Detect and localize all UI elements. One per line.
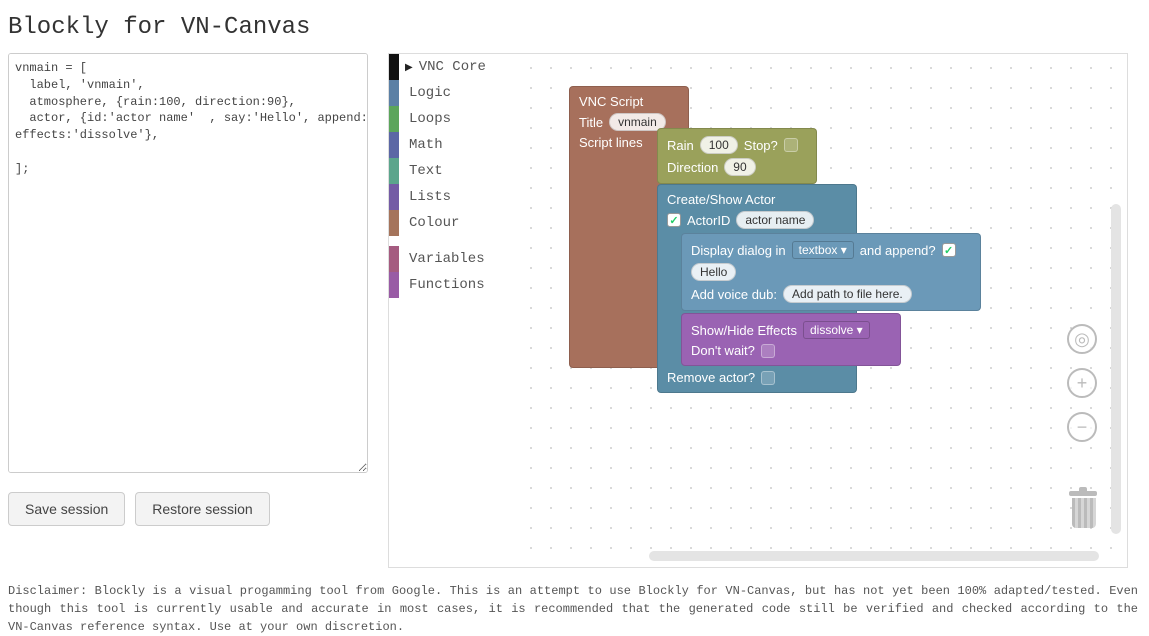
actorid-field[interactable]: actor name (736, 211, 814, 229)
zoom-center-icon[interactable]: ◎ (1067, 324, 1097, 354)
category-functions[interactable]: Functions (389, 272, 517, 298)
direction-label: Direction (667, 160, 718, 175)
disclaimer-text: Disclaimer: Blockly is a visual progammi… (8, 582, 1138, 636)
block-atmosphere[interactable]: Rain 100 Stop? Direction 90 (657, 128, 817, 184)
restore-session-button[interactable]: Restore session (135, 492, 269, 526)
remove-actor-label: Remove actor? (667, 370, 755, 385)
stop-checkbox[interactable] (784, 138, 798, 152)
block-effects[interactable]: Show/Hide Effects dissolve ▾ Don't wait? (681, 313, 901, 366)
zoom-out-icon[interactable]: − (1067, 412, 1097, 442)
block-actor[interactable]: Create/Show Actor ✓ ActorID actor name D… (657, 184, 857, 393)
category-toolbox: VNC Core Logic Loops Math Text Lists Col… (389, 54, 517, 298)
rain-label: Rain (667, 138, 694, 153)
voice-label: Add voice dub: (691, 287, 777, 302)
blockly-workspace[interactable]: VNC Core Logic Loops Math Text Lists Col… (388, 53, 1128, 568)
workspace-scrollbar-vertical[interactable] (1111, 204, 1121, 534)
workspace-scrollbar-horizontal[interactable] (649, 551, 1099, 561)
script-header-label: VNC Script (579, 92, 679, 111)
direction-field[interactable]: 90 (724, 158, 755, 176)
title-label: Title (579, 115, 603, 130)
dialog-target-dropdown[interactable]: textbox ▾ (792, 241, 854, 259)
category-colour[interactable]: Colour (389, 210, 517, 236)
append-checkbox[interactable]: ✓ (942, 243, 956, 257)
stop-label: Stop? (744, 138, 778, 153)
category-loops[interactable]: Loops (389, 106, 517, 132)
rain-field[interactable]: 100 (700, 136, 738, 154)
category-vnc-core[interactable]: VNC Core (389, 54, 517, 80)
dont-wait-checkbox[interactable] (761, 344, 775, 358)
block-dialog[interactable]: Display dialog in textbox ▾ and append? … (681, 233, 981, 311)
actorid-checkbox[interactable]: ✓ (667, 213, 681, 227)
category-logic[interactable]: Logic (389, 80, 517, 106)
voice-field[interactable]: Add path to file here. (783, 285, 912, 303)
script-lines-label: Script lines (579, 135, 643, 150)
category-variables[interactable]: Variables (389, 246, 517, 272)
create-actor-label: Create/Show Actor (667, 192, 775, 207)
category-text[interactable]: Text (389, 158, 517, 184)
category-lists[interactable]: Lists (389, 184, 517, 210)
page-title: Blockly for VN-Canvas (8, 14, 1141, 41)
dialog-post-label: and append? (860, 243, 936, 258)
trash-icon[interactable] (1069, 491, 1099, 531)
effects-dropdown[interactable]: dissolve ▾ (803, 321, 870, 339)
dont-wait-label: Don't wait? (691, 343, 755, 358)
actorid-label: ActorID (687, 213, 730, 228)
dialog-pre-label: Display dialog in (691, 243, 786, 258)
zoom-in-icon[interactable]: + (1067, 368, 1097, 398)
generated-code-textarea[interactable] (8, 53, 368, 473)
zoom-controls: ◎ + − (1067, 324, 1097, 442)
category-math[interactable]: Math (389, 132, 517, 158)
say-field[interactable]: Hello (691, 263, 736, 281)
remove-actor-checkbox[interactable] (761, 371, 775, 385)
effects-label: Show/Hide Effects (691, 323, 797, 338)
save-session-button[interactable]: Save session (8, 492, 125, 526)
